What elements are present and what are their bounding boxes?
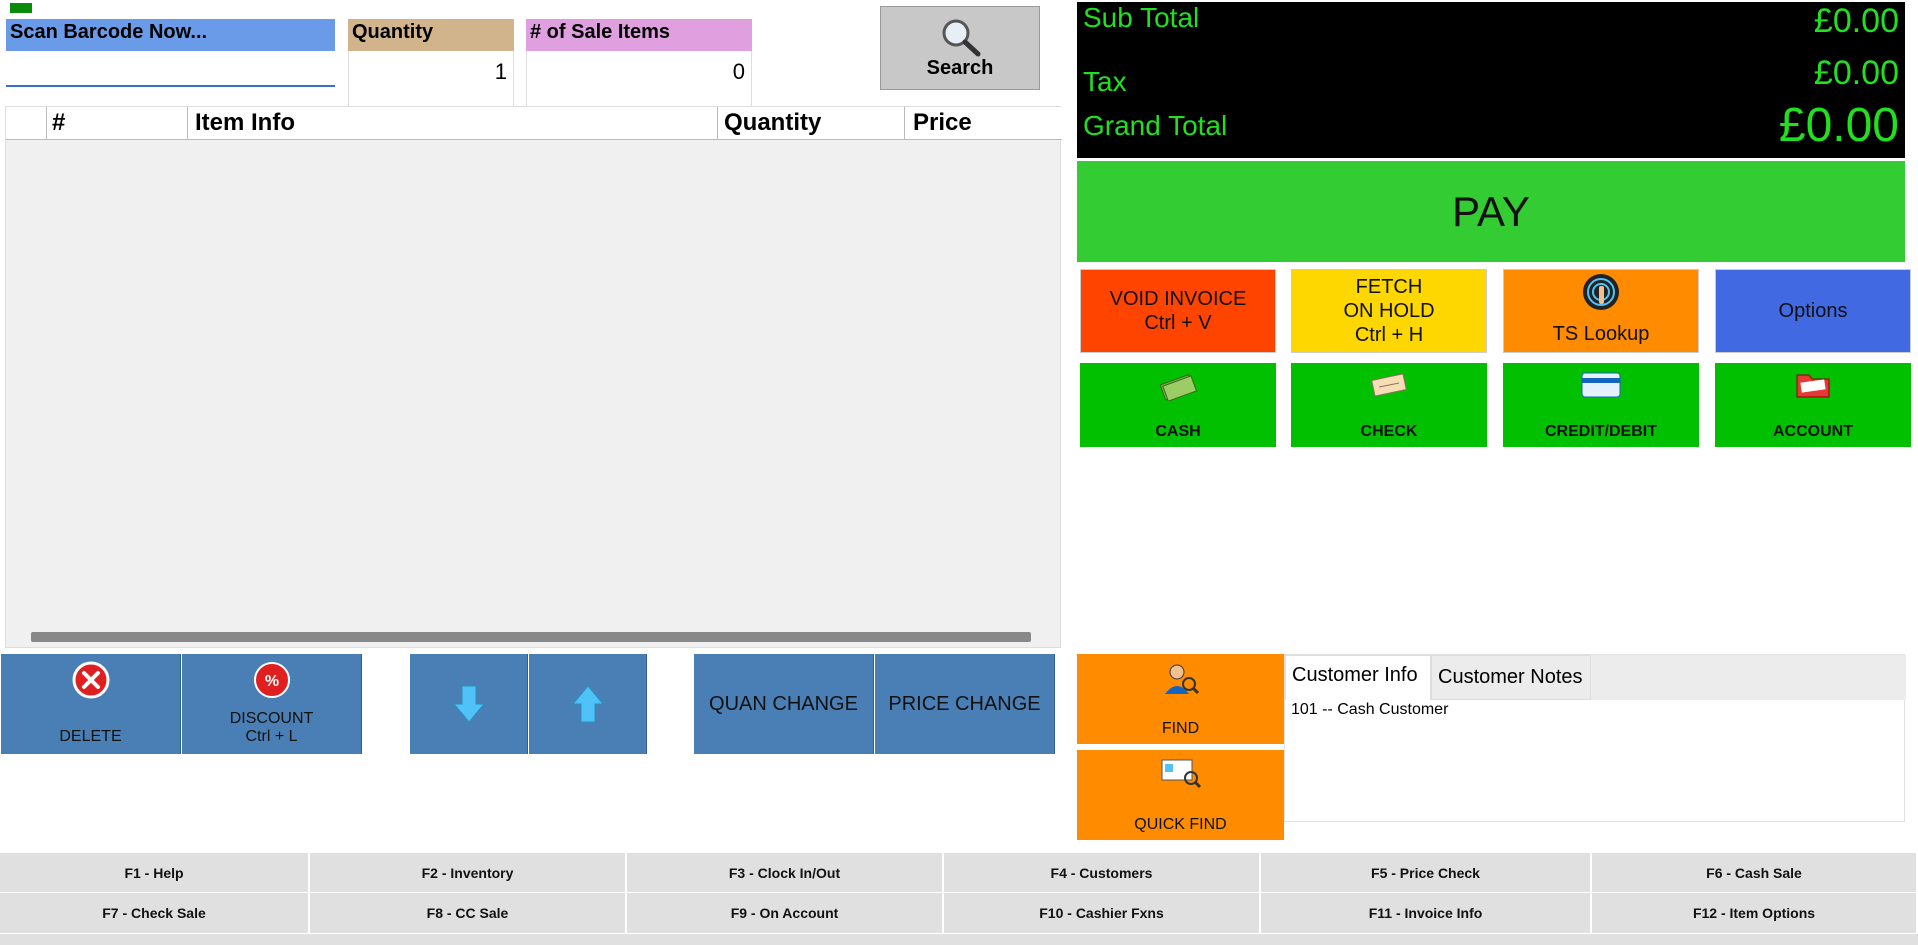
delete-button[interactable]: DELETE (1, 654, 181, 754)
status-indicator (10, 3, 32, 13)
quantity-label: Quantity (348, 19, 514, 51)
quantity-change-label: QUAN CHANGE (709, 692, 858, 715)
discount-label: DISCOUNT Ctrl + L (229, 710, 314, 745)
f3-clock-button[interactable]: F3 - Clock In/Out (627, 853, 944, 893)
search-label: Search (926, 56, 994, 79)
svg-text:%: % (264, 673, 278, 690)
void-invoice-label: VOID INVOICE Ctrl + V (1109, 288, 1247, 334)
price-change-label: PRICE CHANGE (888, 692, 1041, 715)
sale-items-field: # of Sale Items 0 (526, 19, 752, 116)
horizontal-scrollbar[interactable] (31, 632, 1031, 642)
quantity-change-button[interactable]: QUAN CHANGE (694, 654, 874, 754)
totals-panel: Sub Total £0.00 Tax £0.00 Grand Total £0… (1077, 2, 1905, 158)
tab-customer-info-label: Customer Info (1292, 664, 1418, 686)
barcode-label: Scan Barcode Now... (6, 19, 335, 51)
pay-label: PAY (1452, 187, 1530, 235)
tax-label: Tax (1083, 66, 1127, 97)
subtotal-value: £0.00 (1813, 2, 1899, 40)
percent-icon: % (253, 662, 290, 698)
column-header-item-info[interactable]: Item Info (195, 109, 715, 137)
grid-header: # Item Info Quantity Price (6, 107, 1062, 140)
f9-on-account-button[interactable]: F9 - On Account (627, 893, 944, 934)
delete-label: DELETE (59, 728, 122, 745)
tax-value: £0.00 (1813, 54, 1899, 92)
column-header-quantity[interactable]: Quantity (724, 109, 904, 137)
discount-button[interactable]: % DISCOUNT Ctrl + L (182, 654, 362, 754)
check-icon (1371, 373, 1407, 397)
down-arrow-icon (452, 685, 485, 723)
current-customer: 101 -- Cash Customer (1291, 701, 1449, 718)
tab-customer-notes-label: Customer Notes (1438, 666, 1583, 688)
account-button[interactable]: ACCOUNT (1715, 363, 1911, 447)
credit-debit-button[interactable]: CREDIT/DEBIT (1503, 363, 1699, 447)
grand-total-value: £0.00 (1778, 99, 1899, 152)
delete-x-icon (72, 661, 109, 699)
f4-customers-button[interactable]: F4 - Customers (944, 853, 1261, 893)
f5-price-check-button[interactable]: F5 - Price Check (1261, 853, 1592, 893)
up-arrow-icon (571, 685, 604, 723)
price-change-button[interactable]: PRICE CHANGE (875, 654, 1055, 754)
fetch-on-hold-label: FETCH ON HOLD Ctrl + H (1343, 276, 1435, 346)
f8-cc-sale-button[interactable]: F8 - CC Sale (310, 893, 627, 934)
account-label: ACCOUNT (1773, 423, 1853, 440)
subtotal-label: Sub Total (1083, 2, 1200, 33)
move-up-button[interactable] (529, 654, 647, 754)
credit-debit-label: CREDIT/DEBIT (1545, 423, 1657, 440)
barcode-field: Scan Barcode Now... (6, 19, 335, 87)
f2-inventory-button[interactable]: F2 - Inventory (310, 853, 627, 893)
find-customer-button[interactable]: FIND (1077, 654, 1284, 744)
cash-icon (1159, 374, 1198, 401)
column-header-number[interactable]: # (52, 109, 187, 137)
find-label: FIND (1161, 720, 1200, 737)
sale-items-label: # of Sale Items (526, 19, 752, 51)
move-down-button[interactable] (410, 654, 528, 754)
magnifier-icon (942, 19, 981, 56)
tab-customer-info[interactable]: Customer Info (1285, 655, 1431, 700)
barcode-input[interactable] (6, 51, 335, 87)
quantity-field: Quantity 1 (348, 19, 514, 116)
quick-find-label: QUICK FIND (1134, 816, 1227, 833)
f6-cash-sale-button[interactable]: F6 - Cash Sale (1592, 853, 1918, 893)
check-button[interactable]: CHECK (1291, 363, 1487, 447)
credit-card-icon (1581, 372, 1621, 398)
pay-button[interactable]: PAY (1077, 161, 1905, 262)
void-invoice-button[interactable]: VOID INVOICE Ctrl + V (1080, 269, 1276, 353)
f10-cashier-fxns-button[interactable]: F10 - Cashier Fxns (944, 893, 1261, 934)
grand-total-label: Grand Total (1083, 110, 1228, 141)
options-label: Options (1778, 300, 1848, 322)
search-button[interactable]: Search (880, 6, 1040, 90)
grid-row-selector-header (6, 107, 47, 139)
f1-help-button[interactable]: F1 - Help (0, 853, 310, 893)
fingerprint-icon (1583, 274, 1619, 310)
ts-lookup-button[interactable]: TS Lookup (1503, 269, 1699, 353)
column-header-price[interactable]: Price (913, 109, 1053, 137)
f11-invoice-info-button[interactable]: F11 - Invoice Info (1261, 893, 1592, 934)
person-search-icon (1164, 664, 1199, 695)
cash-label: CASH (1155, 423, 1201, 440)
fetch-on-hold-button[interactable]: FETCH ON HOLD Ctrl + H (1291, 269, 1487, 353)
f12-item-options-button[interactable]: F12 - Item Options (1592, 893, 1918, 934)
ts-lookup-label: TS Lookup (1552, 323, 1650, 345)
customer-panel: Customer Info Customer Notes 101 -- Cash… (1284, 654, 1906, 822)
folder-icon (1796, 374, 1830, 398)
items-grid: # Item Info Quantity Price (5, 106, 1062, 648)
f7-check-sale-button[interactable]: F7 - Check Sale (0, 893, 310, 934)
id-card-search-icon (1161, 759, 1201, 789)
check-label: CHECK (1360, 423, 1418, 440)
quick-find-button[interactable]: QUICK FIND (1077, 750, 1284, 840)
tab-customer-notes[interactable]: Customer Notes (1431, 655, 1591, 700)
cash-button[interactable]: CASH (1080, 363, 1276, 447)
options-button[interactable]: Options (1715, 269, 1911, 353)
